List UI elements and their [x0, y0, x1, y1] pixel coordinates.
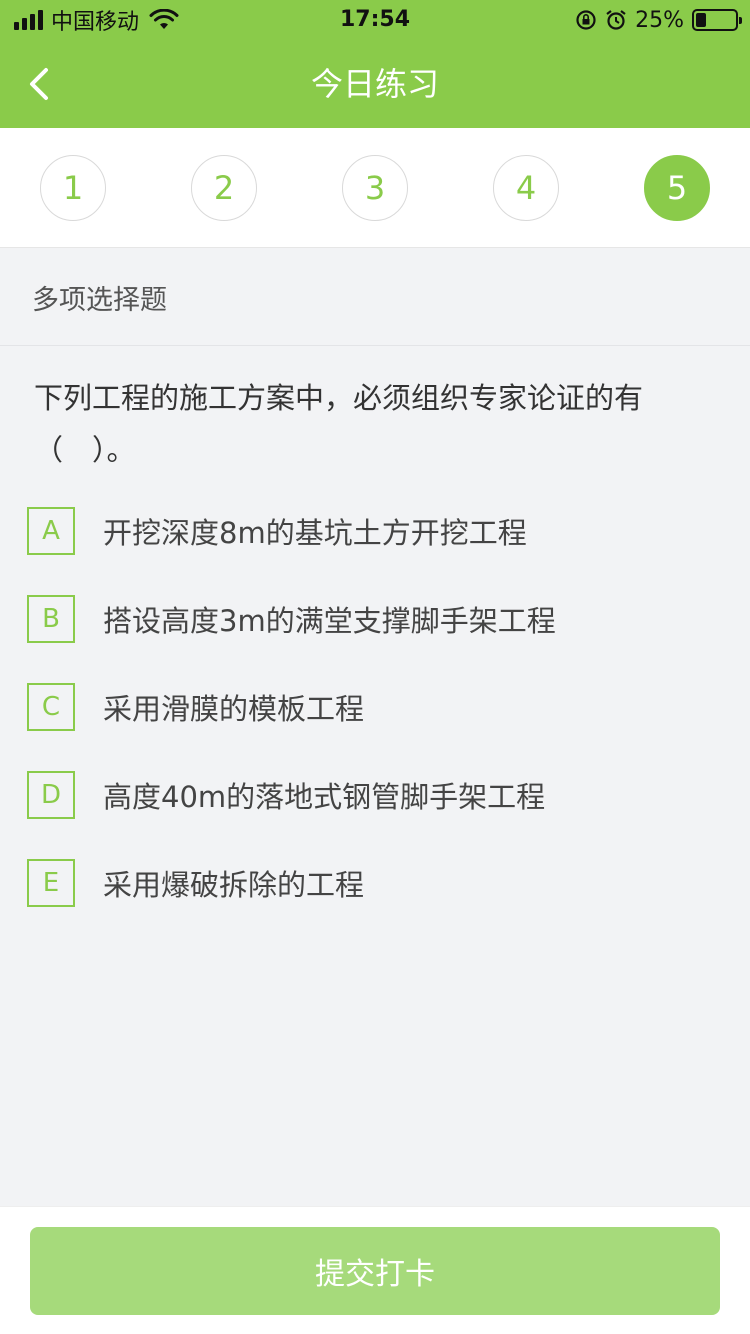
- option-text: 搭设高度3m的满堂支撑脚手架工程: [103, 604, 556, 638]
- step-4[interactable]: 4: [493, 155, 559, 221]
- option-letter: B: [27, 595, 75, 643]
- option-e[interactable]: E 采用爆破拆除的工程: [27, 859, 727, 907]
- question-stepper: 1 2 3 4 5: [0, 128, 750, 248]
- option-text: 开挖深度8m的基坑土方开挖工程: [103, 516, 527, 550]
- option-text: 采用滑膜的模板工程: [103, 692, 365, 726]
- option-text: 采用爆破拆除的工程: [103, 868, 365, 902]
- question-text: 下列工程的施工方案中，必须组织专家论证的有（ ）。: [34, 381, 644, 467]
- alarm-icon: [606, 10, 626, 30]
- submit-checkin-button[interactable]: 提交打卡: [30, 1227, 720, 1315]
- step-5[interactable]: 5: [644, 155, 710, 221]
- battery-icon: [692, 9, 742, 31]
- step-3[interactable]: 3: [342, 155, 408, 221]
- footer-bar: 提交打卡: [0, 1206, 750, 1334]
- option-letter: E: [27, 859, 75, 907]
- option-c[interactable]: C 采用滑膜的模板工程: [27, 683, 727, 731]
- step-1[interactable]: 1: [40, 155, 106, 221]
- option-b[interactable]: B 搭设高度3m的满堂支撑脚手架工程: [27, 595, 727, 643]
- status-bar: 中国移动 17:54 25%: [0, 0, 750, 40]
- step-2[interactable]: 2: [191, 155, 257, 221]
- battery-percent: 25%: [635, 7, 684, 33]
- nav-bar: 今日练习: [0, 40, 750, 128]
- rotation-lock-icon: [576, 10, 596, 30]
- option-a[interactable]: A 开挖深度8m的基坑土方开挖工程: [27, 507, 727, 555]
- page-title: 今日练习: [310, 65, 439, 103]
- option-text: 高度40m的落地式钢管脚手架工程: [103, 780, 546, 814]
- option-letter: C: [27, 683, 75, 731]
- question-type: 多项选择题: [0, 249, 750, 346]
- option-letter: A: [27, 507, 75, 555]
- option-letter: D: [27, 771, 75, 819]
- option-d[interactable]: D 高度40m的落地式钢管脚手架工程: [27, 771, 727, 819]
